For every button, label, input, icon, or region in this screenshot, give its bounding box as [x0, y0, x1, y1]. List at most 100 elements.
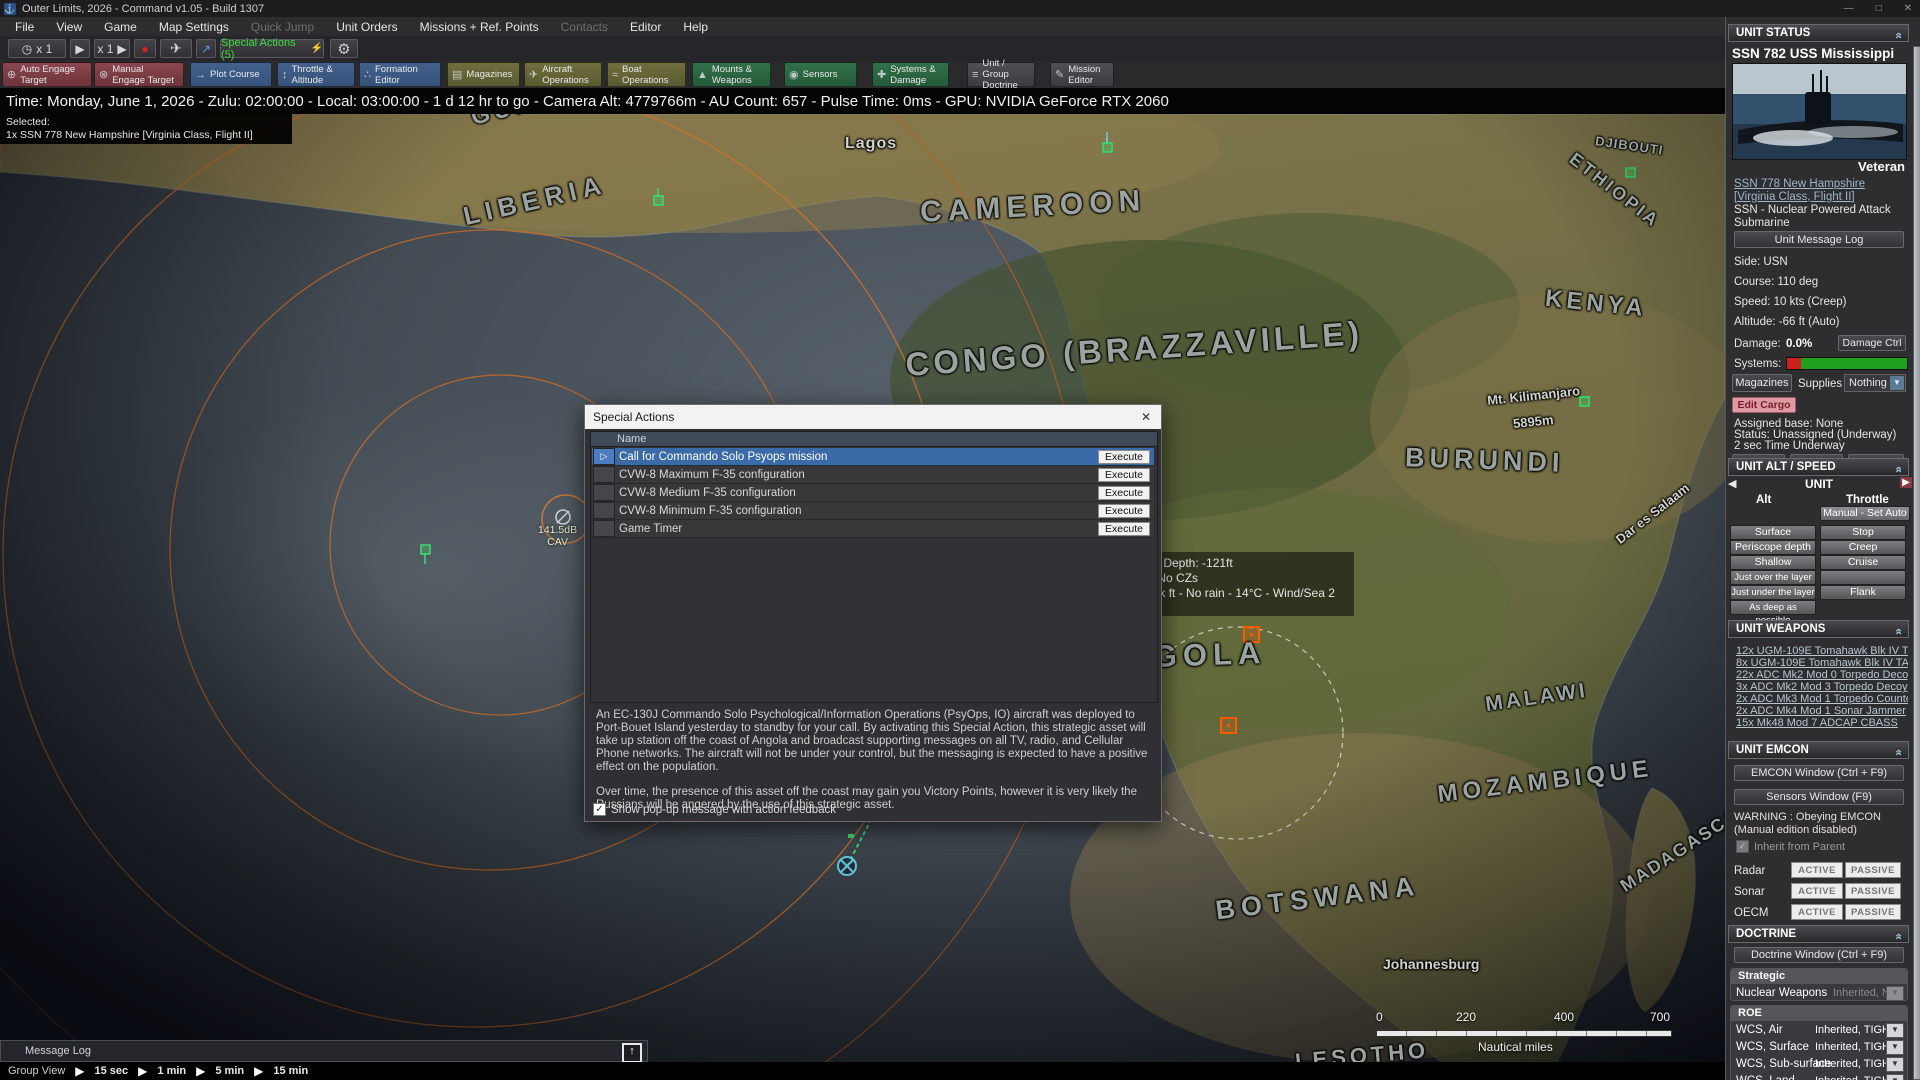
supplies-dropdown[interactable]: Nothing ▼ — [1844, 374, 1906, 392]
unit-group-doctrine-button[interactable]: ≡ Unit / GroupDoctrine — [967, 62, 1035, 87]
mission-editor-button[interactable]: ✎ MissionEditor — [1050, 62, 1114, 87]
jump-to-button[interactable]: ↗ — [196, 39, 216, 58]
menu-missions-ref-points[interactable]: Missions + Ref. Points — [409, 20, 550, 34]
message-log-bar[interactable]: Message Log ↑ — [0, 1040, 648, 1062]
special-action-row-cvw8-min[interactable]: CVW-8 Minimum F-35 configuration Execute — [592, 502, 1154, 520]
record-button[interactable]: ● — [134, 39, 156, 58]
throttle-stop-button[interactable]: Stop — [1820, 525, 1906, 540]
throttle-full-button[interactable] — [1820, 570, 1906, 585]
alt-shallow-button[interactable]: Shallow — [1730, 555, 1816, 570]
weapon-link[interactable]: 2x ADC Mk4 Mod 1 Sonar Jammer — [1736, 705, 1908, 717]
alt-just-under-layer-button[interactable]: Just under the layer — [1730, 585, 1816, 600]
unit-alt-speed-header[interactable]: UNIT ALT / SPEED » — [1728, 458, 1909, 476]
magazines-button[interactable]: ▤ Magazines — [447, 62, 520, 87]
dropdown-chevron-icon[interactable]: ▼ — [1886, 1023, 1904, 1038]
popup-feedback-option[interactable]: ✓ Show pop-up message with action feedba… — [593, 803, 836, 816]
time-step-15min[interactable]: 15 min — [273, 1065, 308, 1077]
dialog-close-icon[interactable]: ✕ — [1137, 409, 1155, 425]
sensors-button[interactable]: ◉ Sensors — [784, 62, 857, 87]
weapon-link[interactable]: 2x ADC Mk3 Mod 1 Torpedo Countermeasure — [1736, 693, 1908, 705]
sidebar-scrollbar[interactable] — [1913, 46, 1920, 1080]
expand-up-icon[interactable]: ↑ — [622, 1043, 642, 1063]
menu-map-settings[interactable]: Map Settings — [148, 20, 240, 34]
execute-button[interactable]: Execute — [1098, 468, 1150, 482]
execute-button[interactable]: Execute — [1098, 522, 1150, 536]
checkbox-checked-icon[interactable]: ✓ — [593, 803, 606, 816]
boat-operations-button[interactable]: ≈ BoatOperations — [607, 62, 686, 87]
special-action-row-commando-solo[interactable]: ▷ Call for Commando Solo Psyops mission … — [592, 448, 1154, 466]
unit-class-link[interactable]: SSN 778 New Hampshire [Virginia Class, F… — [1734, 178, 1906, 203]
dialog-titlebar[interactable]: Special Actions ✕ — [585, 405, 1161, 429]
weapon-link[interactable]: 8x UGM-109E Tomahawk Blk IV TACTOM — [1736, 657, 1908, 669]
time-step-1min[interactable]: 1 min — [157, 1065, 186, 1077]
systems-damage-button[interactable]: ✚ Systems &Damage — [872, 62, 949, 87]
throttle-altitude-button[interactable]: ↕ Throttle &Altitude — [277, 62, 355, 87]
alt-periscope-depth-button[interactable]: Periscope depth — [1730, 540, 1816, 555]
scope-next-icon[interactable]: ▶ — [1900, 477, 1912, 488]
special-actions-button[interactable]: Special Actions (5) ⚡ — [220, 39, 324, 58]
throttle-flank-button[interactable]: Flank — [1820, 585, 1906, 600]
execute-button[interactable]: Execute — [1098, 450, 1150, 464]
radar-active-button[interactable]: ACTIVE — [1791, 862, 1843, 878]
sonar-active-button[interactable]: ACTIVE — [1791, 883, 1843, 899]
menu-help[interactable]: Help — [672, 20, 719, 34]
menu-file[interactable]: File — [4, 20, 45, 34]
minimize-icon[interactable]: — — [1844, 3, 1854, 14]
unit-message-log-button[interactable]: Unit Message Log — [1734, 231, 1904, 248]
oecm-passive-button[interactable]: PASSIVE — [1845, 904, 1901, 920]
play-button[interactable]: ▶ — [70, 39, 90, 58]
weapon-link[interactable]: 12x UGM-109E Tomahawk Blk IV TACTOM — [1736, 645, 1908, 657]
close-icon[interactable]: ✕ — [1904, 3, 1912, 14]
alt-surface-button[interactable]: Surface — [1730, 525, 1816, 540]
magazines-button[interactable]: Magazines — [1732, 374, 1792, 392]
special-action-row-game-timer[interactable]: Game Timer Execute — [592, 520, 1154, 538]
emcon-window-button[interactable]: EMCON Window (Ctrl + F9) — [1734, 765, 1904, 781]
menu-unit-orders[interactable]: Unit Orders — [325, 20, 408, 34]
message-log-label: Message Log — [25, 1045, 91, 1057]
formation-editor-button[interactable]: ∴ FormationEditor — [359, 62, 441, 87]
execute-button[interactable]: Execute — [1098, 486, 1150, 500]
air-ops-shortcut-button[interactable]: ✈ — [160, 39, 192, 58]
unit-emcon-header[interactable]: UNIT EMCON » — [1728, 741, 1909, 759]
throttle-cruise-button[interactable]: Cruise — [1820, 555, 1906, 570]
weapon-link[interactable]: 22x ADC Mk2 Mod 0 Torpedo Decoy — [1736, 669, 1908, 681]
settings-gear-button[interactable]: ⚙ — [330, 39, 358, 58]
dropdown-chevron-icon[interactable]: ▼ — [1886, 1074, 1904, 1080]
unit-weapons-header[interactable]: UNIT WEAPONS » — [1728, 620, 1909, 638]
alt-just-over-layer-button[interactable]: Just over the layer — [1730, 570, 1816, 585]
weapon-link[interactable]: 15x Mk48 Mod 7 ADCAP CBASS — [1736, 717, 1908, 729]
doctrine-window-button[interactable]: Doctrine Window (Ctrl + F9) — [1734, 947, 1904, 963]
menu-view[interactable]: View — [45, 20, 93, 34]
plot-course-button[interactable]: → Plot Course — [190, 62, 272, 87]
weapon-link[interactable]: 3x ADC Mk2 Mod 3 Torpedo Decoy — [1736, 681, 1908, 693]
sensors-window-button[interactable]: Sensors Window (F9) — [1734, 789, 1904, 805]
collapse-chevron-icon: » — [1890, 749, 1907, 756]
execute-button[interactable]: Execute — [1098, 504, 1150, 518]
maximize-icon[interactable]: □ — [1876, 3, 1882, 14]
radar-passive-button[interactable]: PASSIVE — [1845, 862, 1901, 878]
menu-editor[interactable]: Editor — [619, 20, 672, 34]
edit-cargo-button[interactable]: Edit Cargo — [1732, 397, 1796, 413]
dropdown-chevron-icon[interactable]: ▼ — [1886, 1040, 1904, 1055]
oecm-active-button[interactable]: ACTIVE — [1791, 904, 1843, 920]
alt-as-deep-as-possible-button[interactable]: As deep as possible — [1730, 600, 1816, 615]
special-action-row-cvw8-med[interactable]: CVW-8 Medium F-35 configuration Execute — [592, 484, 1154, 502]
doctrine-header[interactable]: DOCTRINE » — [1728, 925, 1909, 943]
menu-game[interactable]: Game — [93, 20, 148, 34]
throttle-creep-button[interactable]: Creep — [1820, 540, 1906, 555]
dropdown-chevron-icon[interactable]: ▼ — [1886, 1057, 1904, 1072]
time-step-15sec[interactable]: 15 sec — [95, 1065, 129, 1077]
mounts-weapons-button[interactable]: ▲ Mounts &Weapons — [692, 62, 771, 87]
sonar-passive-button[interactable]: PASSIVE — [1845, 883, 1901, 899]
manual-set-auto-button[interactable]: Manual - Set Auto — [1820, 506, 1910, 521]
aircraft-operations-button[interactable]: ✈ AircraftOperations — [524, 62, 602, 87]
auto-engage-target-button[interactable]: ⊕ Auto EngageTarget — [2, 62, 92, 87]
step-button[interactable]: x 1 ▶ — [94, 39, 130, 58]
manual-engage-target-button[interactable]: ⊗ ManualEngage Target — [94, 62, 184, 87]
time-compression-button[interactable]: ◷ x 1 — [8, 39, 66, 58]
special-action-row-cvw8-max[interactable]: CVW-8 Maximum F-35 configuration Execute — [592, 466, 1154, 484]
unit-status-header[interactable]: UNIT STATUS » — [1728, 24, 1909, 42]
damage-ctrl-button[interactable]: Damage Ctrl — [1838, 335, 1906, 351]
time-step-5min[interactable]: 5 min — [215, 1065, 244, 1077]
dialog-title: Special Actions — [593, 410, 674, 424]
